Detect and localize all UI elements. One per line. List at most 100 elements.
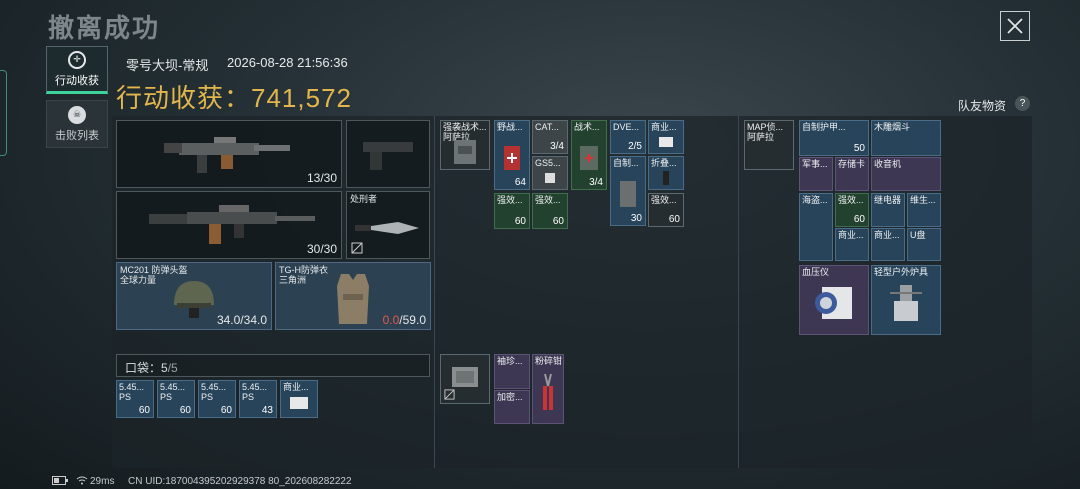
primary-ammo: 13/30 <box>306 171 337 185</box>
teammate-item[interactable]: 自制护甲... 50 <box>799 120 869 156</box>
backpack-item[interactable]: 战术... 3/4 <box>571 120 607 190</box>
close-button[interactable] <box>1000 11 1030 41</box>
help-icon[interactable]: ? <box>1015 96 1030 111</box>
item-count: 43 <box>261 405 273 416</box>
smg-icon <box>164 137 290 173</box>
item-count: 50 <box>853 143 865 154</box>
item-count: 3/4 <box>589 177 603 188</box>
battery-icon <box>52 476 68 488</box>
teammate-item[interactable]: 血压仪 <box>799 265 869 335</box>
secondary-weapon-slot[interactable]: 30/30 <box>116 191 342 259</box>
pocket-count: 5 <box>161 361 168 375</box>
teammate-item[interactable]: 强效... 60 <box>835 193 869 227</box>
helmet-slot[interactable]: MC201 防弹头盔 全球力量 34.0/34.0 <box>116 262 272 330</box>
case-icon <box>452 366 478 387</box>
tactical-rig-icon <box>454 140 476 165</box>
backpack-item[interactable]: CAT... 3/4 <box>532 120 568 154</box>
ping-value: 29ms <box>90 476 115 487</box>
pocket-item[interactable]: 5.45... PS 60 <box>198 380 236 418</box>
armor-name: TG-H防弹衣 <box>279 265 328 275</box>
backpack-item[interactable]: DVE... 2/5 <box>610 120 646 154</box>
backpack-item[interactable]: 野战... 64 <box>494 120 530 190</box>
teammate-item[interactable]: MAP侦... 阿萨拉 <box>744 120 794 170</box>
item-count: 30 <box>630 213 642 224</box>
harvest-label: 行动收获： <box>116 83 252 113</box>
teammate-item[interactable]: 维生... <box>907 193 941 227</box>
teammate-item[interactable]: 海盗... <box>799 193 833 261</box>
helmet-durability: 34.0/34.0 <box>216 313 267 327</box>
helmet-faction: 全球力量 <box>120 275 157 285</box>
document-icon <box>290 397 308 410</box>
first-aid-icon <box>504 146 520 171</box>
teammate-item[interactable]: 木雕烟斗 <box>871 120 941 156</box>
teammate-item[interactable]: 收音机 <box>871 157 941 191</box>
item-count: 60 <box>668 214 680 225</box>
tab-harvest-label: 行动收获 <box>55 74 99 87</box>
pocket-header: 口袋：5/5 <box>116 354 430 377</box>
secondary-ammo: 30/30 <box>306 242 337 256</box>
backpack-item[interactable]: 强效... 60 <box>494 193 530 229</box>
no-insure-icon <box>444 389 455 400</box>
item-count: 60 <box>179 405 191 416</box>
backpack-item[interactable]: 强效... 60 <box>648 193 684 227</box>
no-insure-icon <box>351 242 363 254</box>
secure-case[interactable] <box>440 354 490 404</box>
blood-pressure-monitor-icon <box>815 287 852 320</box>
pocket-capacity: /5 <box>167 361 178 375</box>
backpack-item[interactable]: 自制... 30 <box>610 156 646 226</box>
pistol-icon <box>363 142 413 170</box>
item-count: 60 <box>220 405 232 416</box>
teammate-item[interactable]: 轻型户外炉具 <box>871 265 941 335</box>
item-count: 60 <box>514 216 526 227</box>
teammate-items-label[interactable]: 队友物资 <box>958 97 1006 114</box>
helmet-icon <box>174 281 214 319</box>
backpack-item[interactable]: 商业... <box>648 120 684 154</box>
pocket-item[interactable]: 5.45... PS 43 <box>239 380 277 418</box>
case-item[interactable]: 袖珍... <box>494 354 530 389</box>
pistol-slot[interactable] <box>346 120 430 188</box>
melee-name: 处刑者 <box>350 194 378 204</box>
armor-icon <box>337 274 369 325</box>
match-datetime: 2026-08-28 21:56:36 <box>227 55 348 70</box>
target-icon: ✛ <box>68 50 86 69</box>
skull-icon: ☠ <box>68 105 86 124</box>
primary-weapon-slot[interactable]: 13/30 <box>116 120 342 188</box>
bolt-cutter-icon <box>543 374 553 411</box>
tab-kill-list[interactable]: ☠ 击败列表 <box>46 100 108 148</box>
tab-harvest[interactable]: ✛ 行动收获 <box>46 46 108 94</box>
backpack-item[interactable]: 强效... 60 <box>532 193 568 229</box>
backpack-item[interactable]: GS5... <box>532 156 568 190</box>
harvest-value: 741,572 <box>251 83 352 113</box>
armor-durability: 0.0/59.0 <box>383 313 426 327</box>
item-count: 3/4 <box>550 141 564 152</box>
item-count: 64 <box>514 177 526 188</box>
close-icon <box>1007 18 1023 34</box>
map-name: 零号大坝-常规 <box>126 58 209 73</box>
pocket-item[interactable]: 5.45... PS 60 <box>157 380 195 418</box>
item-count: 2/5 <box>628 141 642 152</box>
backpack-item[interactable]: 折叠... <box>648 156 684 190</box>
harvest-total: 行动收获：741,572 <box>116 78 352 115</box>
column-divider <box>738 116 739 468</box>
teammate-item[interactable]: U盘 <box>907 228 941 261</box>
pocket-item[interactable]: 5.45... PS 60 <box>116 380 154 418</box>
melee-slot[interactable]: 处刑者 <box>346 191 430 259</box>
pocket-item[interactable]: 商业... <box>280 380 318 418</box>
armor-durability-current: 0.0 <box>382 313 400 327</box>
teammate-item[interactable]: 存储卡 <box>835 157 869 191</box>
document-icon <box>659 136 673 147</box>
helmet-name: MC201 防弹头盔 <box>120 265 188 275</box>
case-item[interactable]: 加密... <box>494 390 530 424</box>
folding-knife-icon <box>663 170 669 185</box>
rifle-icon <box>149 205 315 244</box>
teammate-item[interactable]: 商业... <box>835 228 869 261</box>
vest-icon <box>620 181 636 208</box>
armor-slot[interactable]: TG-H防弹衣 三角洲 0.0/59.0 <box>275 262 431 330</box>
backpack-item[interactable]: 强袭战术... 阿萨拉 <box>440 120 490 170</box>
teammate-item[interactable]: 军事... <box>799 157 833 191</box>
teammate-item[interactable]: 继电器 <box>871 193 905 227</box>
case-item[interactable]: 粉碎钳 <box>532 354 564 424</box>
teammate-item[interactable]: 商业... <box>871 228 905 261</box>
side-drawer-handle[interactable] <box>0 70 7 156</box>
item-count: 60 <box>138 405 150 416</box>
